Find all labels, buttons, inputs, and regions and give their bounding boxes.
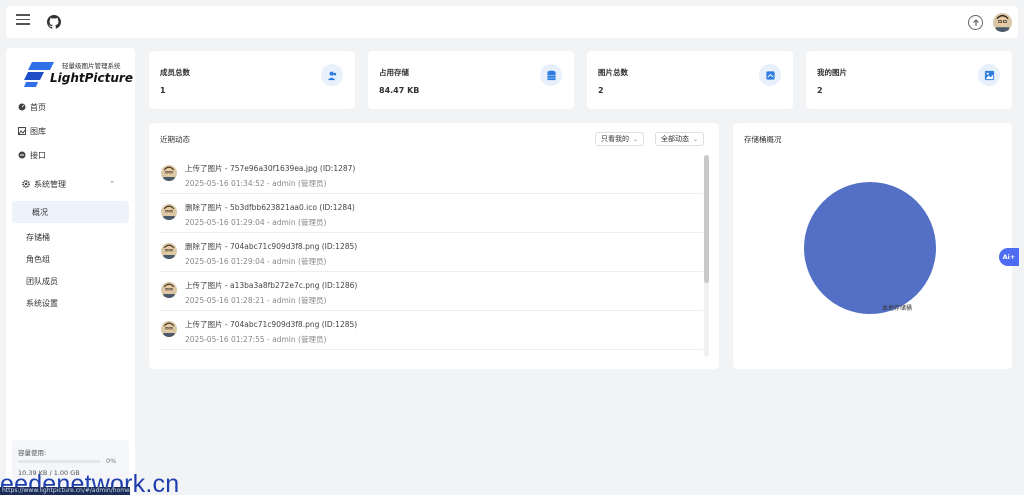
chevron-down-icon: ⌄ [633,135,639,143]
usage-label: 容量使用: [18,449,47,457]
pie-slice[interactable] [804,182,936,314]
filter-type-select[interactable]: 全部动态 ⌄ [655,132,705,146]
filter-mine-select[interactable]: 只看我的 ⌄ [595,132,645,146]
logo-title: LightPicture [50,71,133,85]
activity-meta: 2025-05-16 01:29:04 - admin (管理员) [185,218,327,227]
sidebar-subitem-label: 存储桶 [26,232,50,242]
pie-slice-label: 本地存储桶 [882,304,912,312]
stat-title: 图片总数 [598,68,628,77]
photos-icon [759,64,781,86]
sidebar-item-label: 图库 [30,126,46,136]
activity-title: 上传了图片 - a13ba3a8fb272e7c.png (ID:1286) [185,281,358,290]
recent-activity-title: 近期动态 [160,135,190,144]
user-avatar [161,165,177,181]
stat-value: 84.47 KB [379,86,420,95]
activity-row: 上传了图片 - a13ba3a8fb272e7c.png (ID:1286) 20… [159,272,703,311]
ai-assistant-button[interactable]: Ai+ [999,248,1019,266]
github-icon[interactable] [47,15,61,29]
stat-card-images: 图片总数 2 [587,51,793,109]
stat-card-storage: 占用存储 84.47 KB [368,51,574,109]
sidebar-subitem-roles[interactable]: 角色组 [12,248,129,270]
logo-subtitle: 轻量级图片管理系统 [62,62,121,70]
stat-card-my-images: 我的图片 2 [806,51,1012,109]
user-avatar [161,204,177,220]
activity-row: 删除了图片 - 704abc71c909d3f8.png (ID:1285) 20… [159,233,703,272]
sidebar: 轻量级图片管理系统 LightPicture 首页 图库 接口 系统管理 ⌃ 概… [6,48,135,495]
sidebar-subitem-overview[interactable]: 概况 [12,201,129,223]
database-icon [540,64,562,86]
sidebar-item-label: 首页 [30,102,46,112]
activity-row: 上传了图片 - 704abc71c909d3f8.png (ID:1285) 20… [159,311,703,350]
menu-toggle-icon[interactable] [16,14,30,28]
status-bar-url: https://www.lightpicture.cn/#/admin/home [0,487,130,495]
stat-value: 2 [598,86,604,95]
user-avatar [161,282,177,298]
user-avatar [161,243,177,259]
stat-value: 2 [817,86,823,95]
user-avatar [161,321,177,337]
dashboard-icon [18,103,26,111]
chevron-up-icon: ⌃ [109,180,115,188]
gear-icon [22,180,30,188]
usage-progress-bar [18,460,100,463]
top-bar [6,6,1018,38]
activity-meta: 2025-05-16 01:28:21 - admin (管理员) [185,296,327,305]
user-avatar[interactable] [993,13,1012,32]
sidebar-subitem-label: 系统设置 [26,298,58,308]
sidebar-item-api[interactable]: 接口 [6,144,135,166]
activity-title: 删除了图片 - 5b3dfbb623821aa0.ico (ID:1284) [185,203,355,212]
api-icon [18,151,26,159]
activity-row: 上传了图片 - 757e96a30f1639ea.jpg (ID:1287) 20… [159,155,703,194]
my-image-icon [978,64,1000,86]
sidebar-subitem-buckets[interactable]: 存储桶 [12,226,129,248]
stat-card-members: 成员总数 1 [149,51,355,109]
sidebar-item-label: 接口 [30,150,46,160]
activity-row: 删除了图片 - 5b3dfbb623821aa0.ico (ID:1284) 20… [159,194,703,233]
upload-icon[interactable] [968,15,983,30]
activity-list: 上传了图片 - 757e96a30f1639ea.jpg (ID:1287) 20… [159,155,703,357]
chevron-down-icon: ⌄ [693,135,699,143]
activity-meta: 2025-05-16 01:34:52 - admin (管理员) [185,179,327,188]
stat-title: 我的图片 [817,68,847,77]
activity-title: 上传了图片 - 704abc71c909d3f8.png (ID:1285) [185,320,358,329]
filter-mine-label: 只看我的 [601,135,629,143]
activity-title: 上传了图片 - 757e96a30f1639ea.jpg (ID:1287) [185,164,356,173]
sidebar-subitem-label: 团队成员 [26,276,58,286]
filter-type-label: 全部动态 [661,135,689,143]
usage-percent: 0% [106,457,117,465]
storage-overview-panel: 存储桶概况 本地存储桶 [733,123,1012,369]
sidebar-item-label: 系统管理 [34,179,66,189]
sidebar-subitem-label: 概况 [32,207,48,217]
activity-title: 删除了图片 - 704abc71c909d3f8.png (ID:1285) [185,242,358,251]
sidebar-item-home[interactable]: 首页 [6,96,135,118]
recent-activity-panel: 近期动态 只看我的 ⌄ 全部动态 ⌄ 上传了图片 - 757e96a30f1639e… [149,123,719,369]
sidebar-subitem-label: 角色组 [26,254,50,264]
activity-meta: 2025-05-16 01:27:55 - admin (管理员) [185,335,327,344]
activity-scrollbar[interactable] [704,155,709,357]
activity-meta: 2025-05-16 01:29:04 - admin (管理员) [185,257,327,266]
stat-title: 成员总数 [160,68,190,77]
sidebar-subitem-settings[interactable]: 系统设置 [12,292,129,314]
sidebar-item-system[interactable]: 系统管理 ⌃ [6,173,135,195]
users-icon [321,64,343,86]
stat-value: 1 [160,86,166,95]
stat-title: 占用存储 [379,68,409,77]
storage-pie-chart: 本地存储桶 [804,182,936,315]
image-icon [18,127,26,135]
scrollbar-thumb[interactable] [704,155,709,283]
sidebar-subitem-members[interactable]: 团队成员 [12,270,129,292]
sidebar-item-gallery[interactable]: 图库 [6,120,135,142]
